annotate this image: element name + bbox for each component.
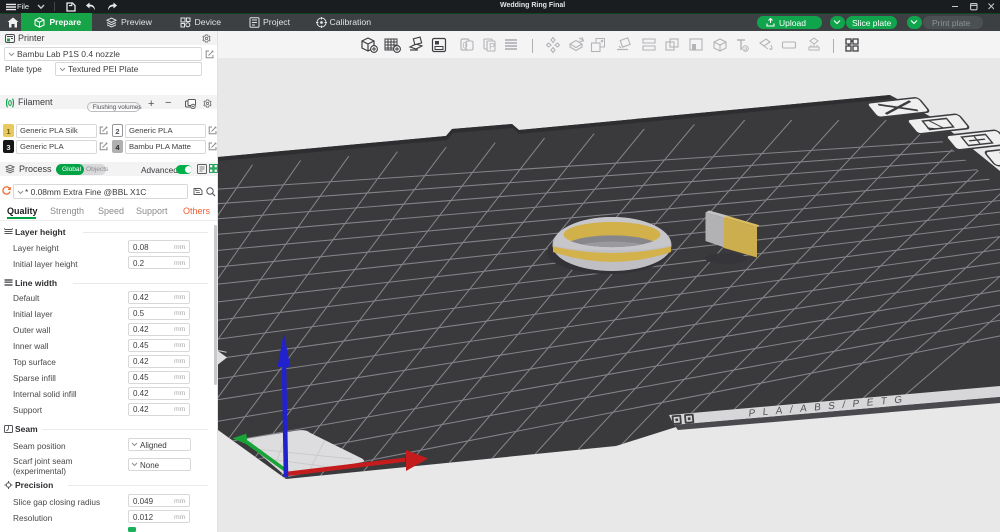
svg-text:a: a [744, 47, 748, 53]
svg-text:0: 0 [463, 41, 468, 51]
svg-text:P: P [489, 42, 495, 52]
